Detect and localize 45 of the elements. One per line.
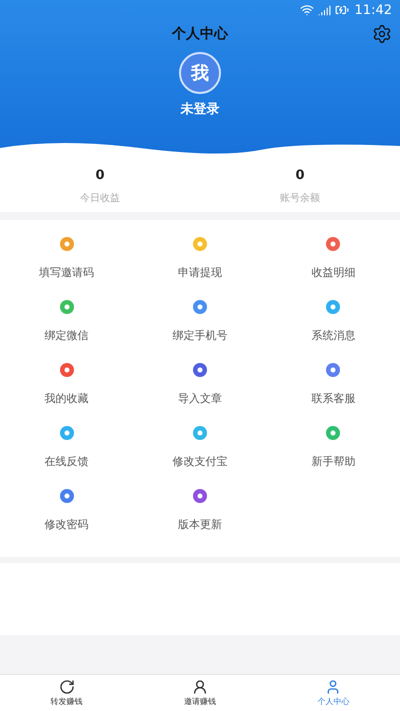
wifi-icon (300, 3, 314, 17)
stat-label: 今日收益 (80, 192, 120, 204)
stat-value: 0 (95, 168, 105, 182)
circle-icon[interactable] (325, 425, 342, 441)
menu-label[interactable]: 联系客服 (311, 391, 356, 406)
menu-label[interactable]: 填写邀请码 (39, 265, 94, 280)
circle-icon[interactable] (192, 362, 208, 378)
menu-label[interactable]: 修改密码 (44, 517, 89, 532)
avatar[interactable]: 我 (179, 52, 221, 94)
circle-icon[interactable] (58, 425, 75, 441)
menu-label[interactable]: 系统消息 (311, 328, 356, 343)
settings-icon[interactable] (372, 24, 392, 44)
circle-icon[interactable] (58, 488, 75, 504)
circle-icon[interactable] (192, 425, 208, 441)
user-name[interactable]: 未登录 (180, 100, 220, 118)
status-time: 11:42 (354, 2, 392, 18)
menu-label[interactable]: 导入文章 (178, 391, 222, 406)
circle-icon[interactable] (192, 299, 208, 315)
stat-value: 0 (295, 168, 305, 182)
circle-icon[interactable] (58, 362, 75, 378)
stat-label: 账号余额 (280, 192, 320, 204)
menu-label[interactable]: 新手帮助 (311, 454, 356, 469)
menu-label[interactable]: 版本更新 (178, 517, 222, 532)
nav-tab[interactable]: 转发赚钱 (0, 675, 134, 711)
circle-icon[interactable] (325, 299, 342, 315)
nav-tab[interactable]: 个人中心 (266, 675, 400, 711)
menu-label[interactable]: 我的收藏 (44, 391, 89, 406)
circle-icon[interactable] (325, 236, 342, 252)
menu-label[interactable]: 在线反馈 (44, 454, 89, 469)
person-icon (192, 679, 208, 695)
menu-label[interactable]: 修改支付宝 (172, 454, 228, 469)
battery-icon (334, 3, 349, 17)
page-title: 个人中心 (172, 25, 228, 43)
menu-label[interactable]: 绑定手机号 (172, 328, 228, 343)
circle-icon[interactable] (325, 362, 342, 378)
menu-label[interactable]: 申请提现 (178, 265, 222, 280)
signal-icon (318, 4, 331, 16)
circle-icon[interactable] (58, 299, 75, 315)
menu-label[interactable]: 收益明细 (311, 265, 356, 280)
circle-icon[interactable] (192, 488, 208, 504)
person-icon (325, 679, 342, 695)
circle-icon[interactable] (58, 236, 75, 252)
nav-tab[interactable]: 邀请赚钱 (133, 675, 267, 711)
circular-arrow-icon (58, 679, 75, 695)
menu-label[interactable]: 绑定微信 (44, 328, 89, 343)
